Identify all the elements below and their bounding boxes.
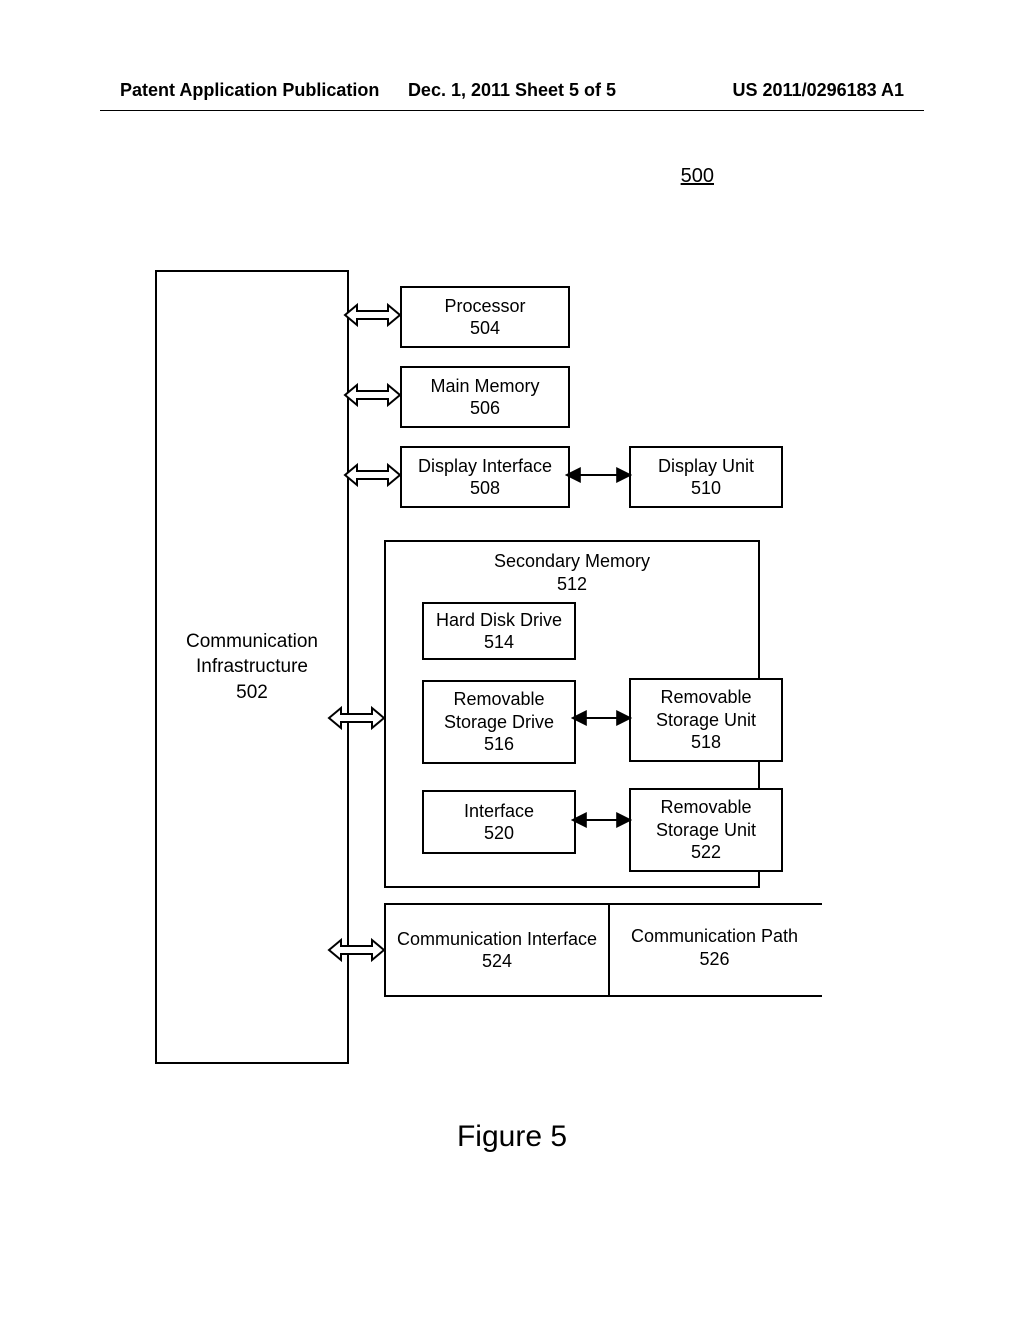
bus-mainmem-arrow-icon <box>345 385 400 405</box>
bus-dispif-arrow-icon <box>345 465 400 485</box>
bus-rsd-arrow-icon <box>329 708 384 728</box>
connectors-svg <box>0 0 1024 1320</box>
patent-figure-page: Patent Application Publication Dec. 1, 2… <box>0 0 1024 1320</box>
bus-processor-arrow-icon <box>345 305 400 325</box>
bus-commif-arrow-icon <box>329 940 384 960</box>
